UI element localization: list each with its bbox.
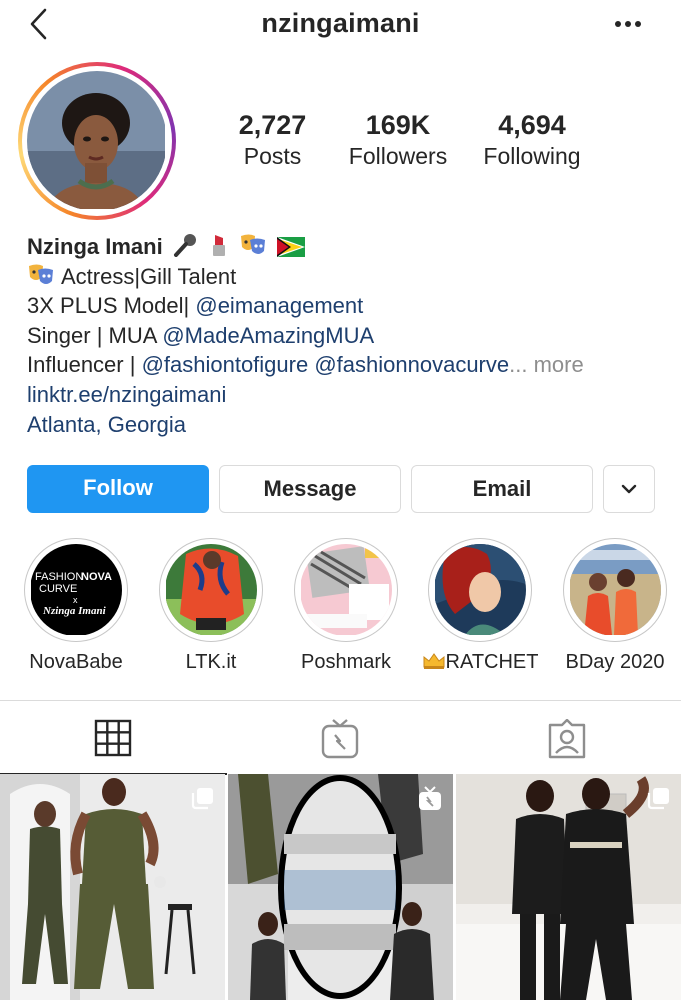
followers-label: Followers: [348, 143, 448, 169]
story-ring[interactable]: [18, 62, 176, 220]
profile-bio: Nzinga Imani Actress|Gill Talent 3X PLUS…: [27, 232, 667, 439]
tab-tagged[interactable]: [454, 701, 681, 774]
cover-text-nova: NOVA: [81, 571, 112, 583]
followers-stat[interactable]: 169K Followers: [333, 108, 463, 170]
top-bar: nzingaimani: [0, 0, 681, 50]
suggested-accounts-button[interactable]: [603, 465, 655, 513]
post-tile[interactable]: [456, 774, 681, 1000]
mention-fashiontofigure[interactable]: @fashiontofigure: [142, 352, 309, 377]
performing-arts-icon: [241, 234, 266, 254]
following-label: Following: [483, 143, 581, 169]
story-highlights: FASHION NOVA CURVE x Nzinga Imani NovaBa…: [0, 538, 681, 678]
lipstick-icon: [212, 235, 225, 256]
mention-eimanagement[interactable]: @eimanagement: [195, 293, 363, 318]
bio-ellipsis: ...: [509, 352, 528, 378]
posts-stat[interactable]: 2,727 Posts: [215, 108, 330, 170]
cover-text-name: Nzinga Imani: [42, 605, 107, 617]
highlight-cover: [300, 544, 392, 636]
highlight-ratchet[interactable]: RATCHET: [415, 538, 545, 674]
profile-tabs: [0, 700, 681, 775]
posts-count: 2,727: [238, 110, 307, 140]
followers-count: 169K: [365, 110, 431, 140]
highlight-ltk[interactable]: LTK.it: [146, 538, 276, 674]
bio-more-link[interactable]: more: [534, 352, 584, 377]
igtv-badge-icon: [419, 786, 441, 810]
following-count: 4,694: [498, 110, 566, 140]
email-button[interactable]: Email: [411, 465, 593, 513]
igtv-icon: [321, 719, 359, 759]
mention-madeamazingmua[interactable]: @MadeAmazingMUA: [162, 323, 374, 348]
more-horizontal-icon: [615, 21, 641, 27]
bio-line-actress: Actress|Gill Talent: [61, 263, 237, 289]
posts-label: Posts: [243, 143, 302, 169]
multiple-posts-icon: [647, 788, 669, 810]
profile-name: Nzinga Imani: [27, 234, 163, 259]
crown-icon: [423, 653, 445, 669]
highlight-cover: [165, 544, 257, 636]
post-tile[interactable]: [228, 774, 453, 1000]
highlight-label: BDay 2020: [565, 651, 665, 673]
highlight-cover: [569, 544, 661, 636]
message-button[interactable]: Message: [219, 465, 401, 513]
highlight-label: LTK.it: [185, 651, 237, 673]
profile-actions: Follow Message Email: [27, 465, 657, 513]
chevron-down-icon: [621, 484, 637, 494]
highlight-label: RATCHET: [415, 651, 545, 674]
microphone-icon: [173, 234, 196, 257]
bio-line-model: 3X PLUS Model|: [27, 293, 196, 319]
location-link[interactable]: Atlanta, Georgia: [27, 412, 186, 437]
mention-fashionnovacurve[interactable]: @fashionnovacurve: [314, 352, 509, 377]
tab-igtv[interactable]: [227, 701, 454, 774]
bio-line-singer: Singer | MUA: [27, 322, 163, 348]
highlight-novababe[interactable]: FASHION NOVA CURVE x Nzinga Imani NovaBa…: [11, 538, 141, 674]
tab-grid[interactable]: [0, 701, 227, 775]
profile-username: nzingaimani: [261, 8, 420, 38]
performing-arts-icon: [29, 264, 53, 284]
posts-grid: [0, 774, 681, 1000]
profile-stats: 2,727 Posts 169K Followers 4,694 Followi…: [205, 108, 595, 178]
multiple-posts-icon: [191, 788, 213, 810]
website-link[interactable]: linktr.ee/nzingaimani: [27, 382, 226, 407]
more-options-button[interactable]: [611, 14, 645, 34]
tagged-person-icon: [548, 719, 586, 759]
cover-text-x: x: [73, 595, 78, 605]
bio-line-influencer: Influencer |: [27, 352, 142, 378]
highlight-bday-2020[interactable]: BDay 2020: [550, 538, 680, 674]
highlight-cover: [434, 544, 526, 636]
post-tile[interactable]: [0, 774, 225, 1000]
highlight-label: NovaBabe: [29, 651, 123, 673]
guyana-flag-icon: [277, 237, 306, 257]
cover-text-fashion: FASHION: [35, 571, 83, 583]
cover-text-curve: CURVE: [39, 583, 77, 595]
highlight-label: Poshmark: [300, 651, 392, 673]
profile-avatar[interactable]: [27, 71, 167, 211]
grid-icon: [94, 719, 132, 757]
follow-button[interactable]: Follow: [27, 465, 209, 513]
highlight-poshmark[interactable]: Poshmark: [281, 538, 411, 674]
following-stat[interactable]: 4,694 Following: [467, 108, 597, 170]
highlight-cover: FASHION NOVA CURVE x Nzinga Imani: [30, 544, 122, 636]
